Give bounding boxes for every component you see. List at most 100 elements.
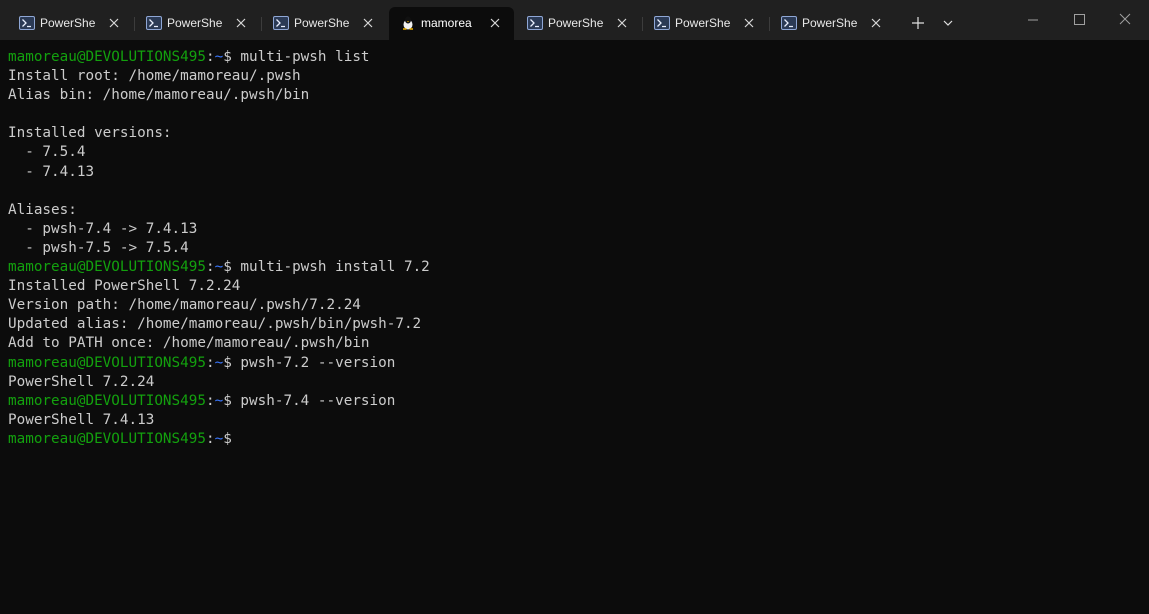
output-text: Installed versions: [8, 125, 172, 142]
close-tab-button[interactable] [233, 15, 249, 31]
plus-icon [912, 17, 924, 29]
command-line: mamoreau@DEVOLUTIONS495:~$ [8, 430, 1149, 449]
output-text: Version path: /home/mamoreau/.pwsh/7.2.2… [8, 297, 361, 314]
close-icon [363, 18, 373, 28]
prompt-path: ~ [214, 430, 224, 447]
close-tab-button[interactable] [614, 15, 630, 31]
powershell-icon [273, 16, 289, 30]
close-icon [1119, 13, 1131, 25]
close-icon [109, 18, 119, 28]
tab-title: PowerShe [167, 16, 223, 30]
powershell-icon [146, 16, 162, 30]
output-text: Aliases: [8, 201, 77, 218]
title-bar: PowerShe PowerShe PowerShe mamorea PowerShe P… [0, 0, 1149, 40]
tab-2[interactable]: PowerShe [262, 7, 387, 40]
prompt-user-host: mamoreau@DEVOLUTIONS495 [8, 392, 206, 409]
output-line: - 7.4.13 [8, 163, 1149, 182]
terminal-output[interactable]: mamoreau@DEVOLUTIONS495:~$ multi-pwsh li… [0, 40, 1149, 614]
tab-title: PowerShe [294, 16, 350, 30]
output-line: Updated alias: /home/mamoreau/.pwsh/bin/… [8, 315, 1149, 334]
command-line: mamoreau@DEVOLUTIONS495:~$ pwsh-7.4 --ve… [8, 392, 1149, 411]
output-text: Updated alias: /home/mamoreau/.pwsh/bin/… [8, 316, 422, 333]
output-line: - pwsh-7.4 -> 7.4.13 [8, 220, 1149, 239]
powershell-icon [781, 16, 797, 30]
prompt-user-host: mamoreau@DEVOLUTIONS495 [8, 430, 206, 447]
close-tab-button[interactable] [360, 15, 376, 31]
tab-0[interactable]: PowerShe [8, 7, 133, 40]
command-line: mamoreau@DEVOLUTIONS495:~$ multi-pwsh li… [8, 48, 1149, 67]
chevron-down-icon [943, 20, 953, 26]
close-window-button[interactable] [1102, 0, 1148, 40]
command-text: multi-pwsh list [240, 49, 370, 65]
prompt-symbol: $ [223, 392, 241, 409]
output-text: - 7.5.4 [8, 144, 86, 161]
prompt-user-host: mamoreau@DEVOLUTIONS495 [8, 354, 206, 371]
new-tab-button[interactable] [905, 10, 931, 36]
output-text: Installed PowerShell 7.2.24 [8, 278, 241, 295]
maximize-button[interactable] [1056, 0, 1102, 40]
minimize-button[interactable] [1010, 0, 1056, 40]
output-line: PowerShell 7.4.13 [8, 411, 1149, 430]
powershell-icon [527, 16, 543, 30]
close-tab-button[interactable] [741, 15, 757, 31]
prompt-symbol: $ [223, 430, 241, 447]
tab-title: PowerShe [40, 16, 96, 30]
prompt-symbol: $ [223, 49, 241, 65]
prompt-path: ~ [214, 49, 224, 65]
output-text: - 7.4.13 [8, 163, 95, 180]
output-line: PowerShell 7.2.24 [8, 373, 1149, 392]
close-icon [617, 18, 627, 28]
tab-title: PowerShe [675, 16, 731, 30]
prompt-user-host: mamoreau@DEVOLUTIONS495 [8, 49, 206, 65]
command-text: pwsh-7.2 --version [240, 354, 396, 371]
tab-title: PowerShe [548, 16, 604, 30]
prompt-separator: : [205, 354, 215, 371]
output-text: - pwsh-7.5 -> 7.5.4 [8, 239, 189, 256]
output-line: Install root: /home/mamoreau/.pwsh [8, 67, 1149, 86]
close-tab-button[interactable] [487, 15, 503, 31]
output-text: PowerShell 7.2.24 [8, 373, 155, 390]
command-line: mamoreau@DEVOLUTIONS495:~$ multi-pwsh in… [8, 258, 1149, 277]
output-line: - pwsh-7.5 -> 7.5.4 [8, 239, 1149, 258]
output-line: Alias bin: /home/mamoreau/.pwsh/bin [8, 86, 1149, 105]
close-icon [744, 18, 754, 28]
output-line: Aliases: [8, 201, 1149, 220]
tab-4[interactable]: PowerShe [516, 7, 641, 40]
powershell-icon [19, 16, 35, 30]
tab-title: PowerShe [802, 16, 858, 30]
prompt-separator: : [205, 430, 215, 447]
close-icon [490, 18, 500, 28]
output-text: - pwsh-7.4 -> 7.4.13 [8, 220, 198, 237]
prompt-symbol: $ [223, 354, 241, 371]
tab-1[interactable]: PowerShe [135, 7, 260, 40]
powershell-icon [654, 16, 670, 30]
prompt-symbol: $ [223, 259, 241, 276]
output-line: Version path: /home/mamoreau/.pwsh/7.2.2… [8, 296, 1149, 315]
prompt-path: ~ [214, 259, 224, 276]
prompt-path: ~ [214, 392, 224, 409]
tab-dropdown-button[interactable] [935, 10, 961, 36]
prompt-path: ~ [214, 354, 224, 371]
prompt-separator: : [205, 259, 215, 276]
output-text: PowerShell 7.4.13 [8, 411, 155, 428]
output-line: Add to PATH once: /home/mamoreau/.pwsh/b… [8, 334, 1149, 353]
command-text: multi-pwsh install 7.2 [240, 259, 430, 276]
tab-3[interactable]: mamorea [389, 7, 514, 40]
close-icon [871, 18, 881, 28]
prompt-separator: : [205, 49, 215, 65]
close-tab-button[interactable] [106, 15, 122, 31]
tab-6[interactable]: PowerShe [770, 7, 895, 40]
prompt-user-host: mamoreau@DEVOLUTIONS495 [8, 259, 206, 276]
linux-tux-icon [400, 16, 416, 30]
output-text: Install root: /home/mamoreau/.pwsh [8, 68, 301, 85]
command-line: mamoreau@DEVOLUTIONS495:~$ pwsh-7.2 --ve… [8, 354, 1149, 373]
minimize-icon [1028, 19, 1038, 21]
maximize-icon [1074, 14, 1085, 25]
tab-5[interactable]: PowerShe [643, 7, 768, 40]
output-text: Add to PATH once: /home/mamoreau/.pwsh/b… [8, 335, 370, 352]
prompt-separator: : [205, 392, 215, 409]
output-line: - 7.5.4 [8, 143, 1149, 162]
close-icon [236, 18, 246, 28]
close-tab-button[interactable] [868, 15, 884, 31]
